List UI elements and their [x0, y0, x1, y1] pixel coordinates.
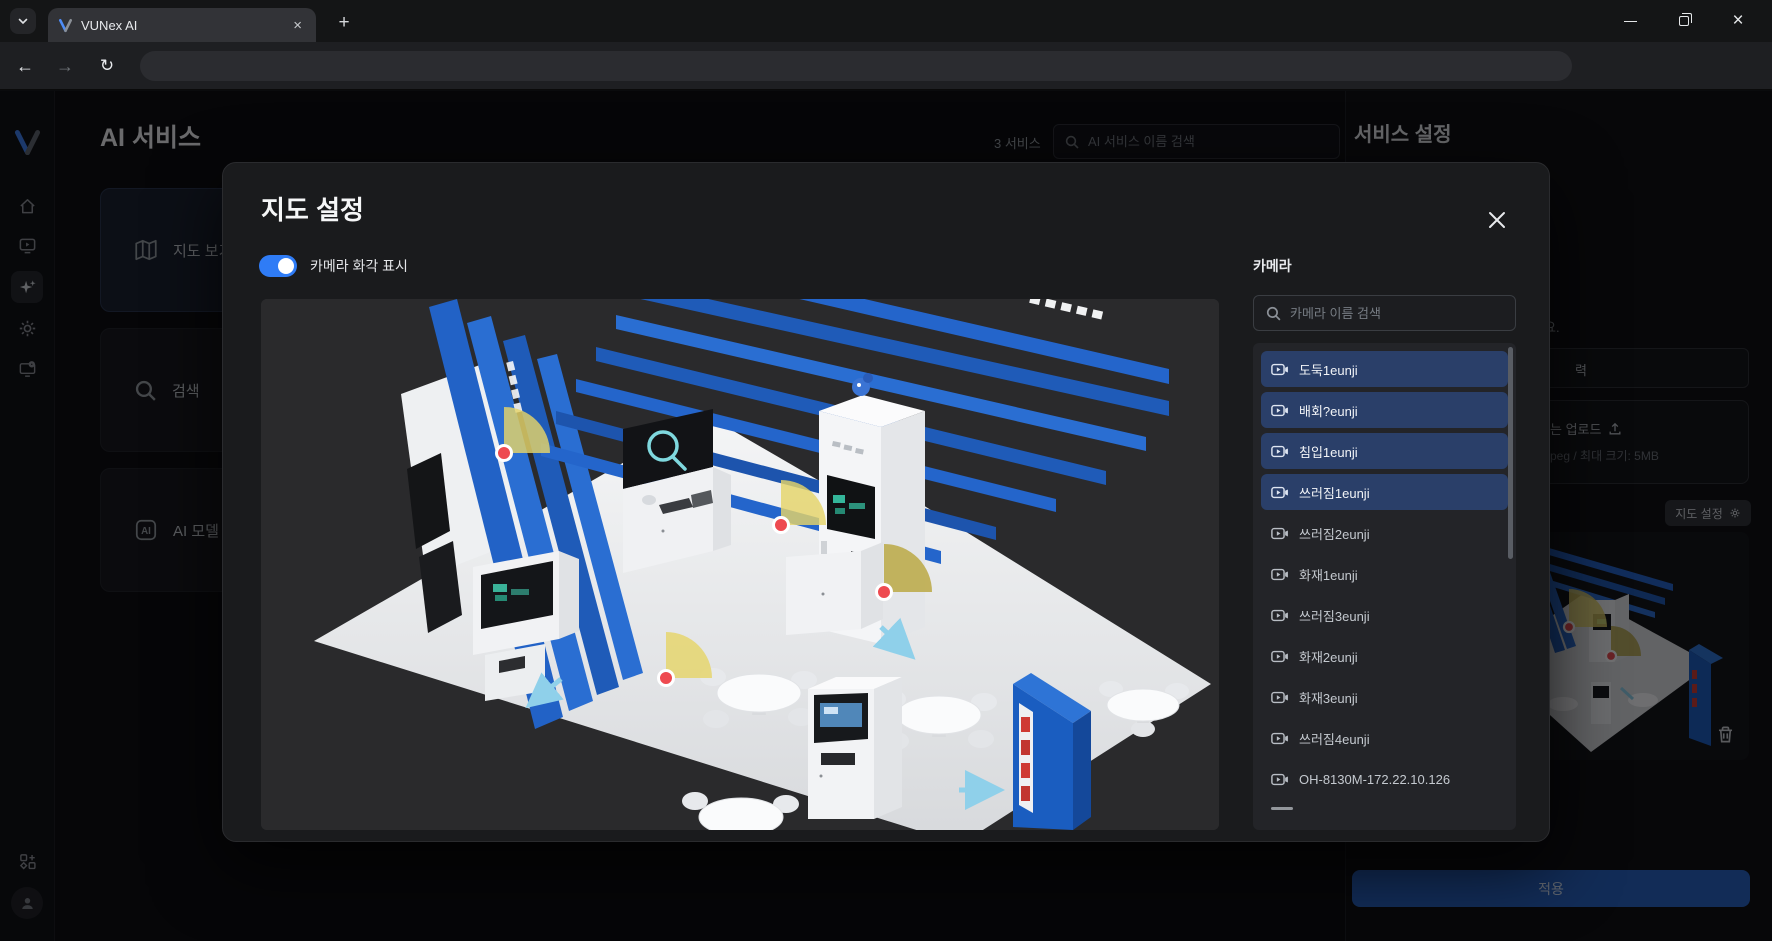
video-camera-icon [1271, 403, 1289, 418]
close-icon[interactable] [1484, 207, 1510, 233]
camera-list-item[interactable]: 쓰러짐4eunji [1261, 720, 1508, 756]
camera-name: 화재2eunji [1299, 647, 1358, 666]
forward-arrow-icon[interactable]: → [52, 53, 78, 79]
camera-panel-title: 카메라 [1253, 256, 1292, 276]
camera-list-item[interactable]: 화재2eunji [1261, 638, 1508, 674]
camera-marker[interactable] [877, 585, 892, 600]
browser-tab[interactable]: VUNex AI × [48, 8, 316, 42]
camera-name: 화재3eunji [1299, 688, 1358, 707]
truncated-item-indicator [1271, 807, 1293, 810]
camera-name: 화재1eunji [1299, 565, 1358, 584]
camera-name: 배회?eunji [1299, 401, 1358, 420]
camera-list: 도둑1eunji 배회?eunji 침입1eunji 쓰러짐1eunji 쓰러짐… [1253, 343, 1516, 830]
booth-map [261, 299, 1219, 830]
tab-list-chevron-icon[interactable] [10, 8, 36, 34]
video-camera-icon [1271, 649, 1289, 664]
camera-name: 쓰러짐3eunji [1299, 606, 1370, 625]
camera-list-item[interactable]: 침입1eunji [1261, 433, 1508, 469]
display-kiosk [808, 677, 902, 819]
toggle-knob [278, 258, 294, 274]
video-camera-icon [1271, 567, 1289, 582]
screen: VUNex AI × + × ← → ↻ [0, 0, 1772, 941]
camera-list-item[interactable]: 화재1eunji [1261, 556, 1508, 592]
tab-title: VUNex AI [81, 18, 281, 33]
video-camera-icon [1271, 772, 1289, 787]
map-settings-modal: 지도 설정 카메라 화각 표시 [222, 162, 1550, 842]
booth-map-container[interactable] [261, 299, 1219, 830]
video-camera-icon [1271, 526, 1289, 541]
window-restore-icon[interactable] [1670, 7, 1698, 35]
url-bar[interactable] [140, 51, 1572, 81]
camera-list-item[interactable]: 화재3eunji [1261, 679, 1508, 715]
camera-list-scrollbar[interactable] [1508, 347, 1513, 559]
camera-list-item[interactable]: 쓰러짐3eunji [1261, 597, 1508, 633]
video-camera-icon [1271, 608, 1289, 623]
search-icon [1265, 305, 1282, 322]
camera-search [1253, 295, 1516, 331]
video-camera-icon [1271, 362, 1289, 377]
camera-marker[interactable] [497, 446, 512, 461]
camera-list-item[interactable]: 도둑1eunji [1261, 351, 1508, 387]
tab-close-icon[interactable]: × [289, 16, 306, 35]
camera-name: 도둑1eunji [1299, 360, 1358, 379]
reload-icon[interactable]: ↻ [94, 53, 120, 79]
browser-tabstrip: VUNex AI × + × [0, 0, 1772, 42]
video-camera-icon [1271, 690, 1289, 705]
modal-title: 지도 설정 [261, 190, 364, 227]
new-tab-plus-icon[interactable]: + [332, 11, 356, 35]
camera-name: 쓰러짐4eunji [1299, 729, 1370, 748]
window-controls: × [1616, 2, 1764, 40]
window-close-icon[interactable]: × [1724, 7, 1752, 35]
camera-name: 쓰러짐2eunji [1299, 524, 1370, 543]
camera-name: OH-8130M-172.22.10.126 [1299, 772, 1450, 787]
camera-list-item[interactable]: 배회?eunji [1261, 392, 1508, 428]
video-camera-icon [1271, 444, 1289, 459]
camera-name: 쓰러짐1eunji [1299, 483, 1370, 502]
camera-list-item[interactable]: OH-8130M-172.22.10.126 [1261, 761, 1508, 797]
camera-search-input[interactable] [1290, 296, 1510, 330]
camera-list-item[interactable]: 쓰러짐1eunji [1261, 474, 1508, 510]
video-camera-icon [1271, 731, 1289, 746]
back-arrow-icon[interactable]: ← [12, 53, 38, 79]
window-minimize-icon[interactable] [1616, 7, 1644, 35]
fov-toggle-label: 카메라 화각 표시 [310, 256, 408, 276]
camera-name: 침입1eunji [1299, 442, 1358, 461]
video-camera-icon [1271, 485, 1289, 500]
fov-toggle-row: 카메라 화각 표시 [259, 255, 408, 277]
camera-list-item[interactable]: 쓰러짐2eunji [1261, 515, 1508, 551]
camera-marker[interactable] [659, 671, 674, 686]
fov-toggle[interactable] [259, 255, 297, 277]
camera-marker[interactable] [774, 518, 789, 533]
v-favicon [58, 18, 73, 33]
